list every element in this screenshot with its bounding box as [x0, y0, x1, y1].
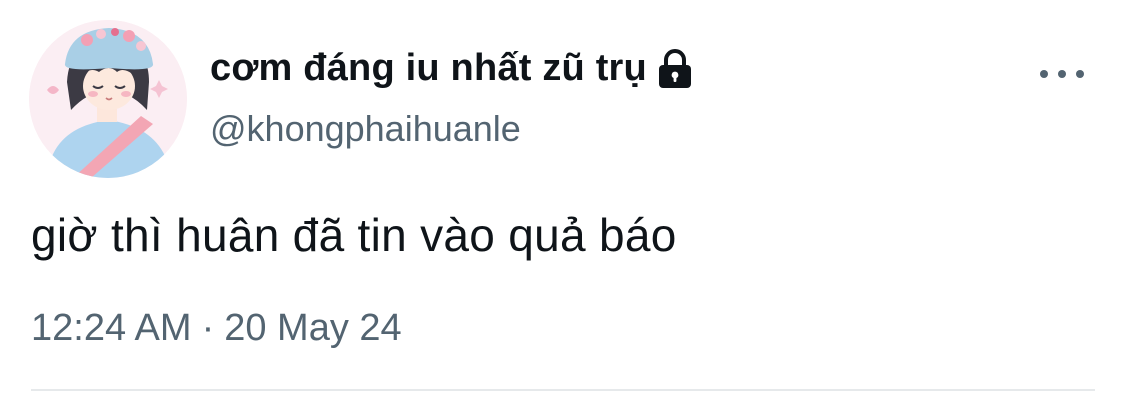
dot-icon [1076, 70, 1084, 78]
tweet-time[interactable]: 12:24 AM [31, 307, 192, 349]
tweet-timestamp[interactable]: 12:24 AM · 20 May 24 [31, 307, 402, 350]
meta-separator: · [201, 307, 215, 349]
dot-icon [1040, 70, 1048, 78]
lock-icon [655, 48, 695, 90]
tweet-card: cơm đáng iu nhất zũ trụ @khongphaihuanle… [0, 0, 1125, 403]
avatar-image [29, 20, 187, 178]
display-name[interactable]: cơm đáng iu nhất zũ trụ [210, 47, 647, 90]
tweet-text: giờ thì huân đã tin vào quả báo [31, 209, 677, 261]
tweet-date[interactable]: 20 May 24 [224, 307, 401, 349]
user-handle[interactable]: @khongphaihuanle [210, 108, 521, 150]
avatar[interactable] [29, 20, 187, 178]
display-name-row[interactable]: cơm đáng iu nhất zũ trụ [210, 40, 695, 96]
more-options-icon[interactable] [1040, 60, 1084, 88]
divider [31, 389, 1095, 391]
dot-icon [1058, 70, 1066, 78]
